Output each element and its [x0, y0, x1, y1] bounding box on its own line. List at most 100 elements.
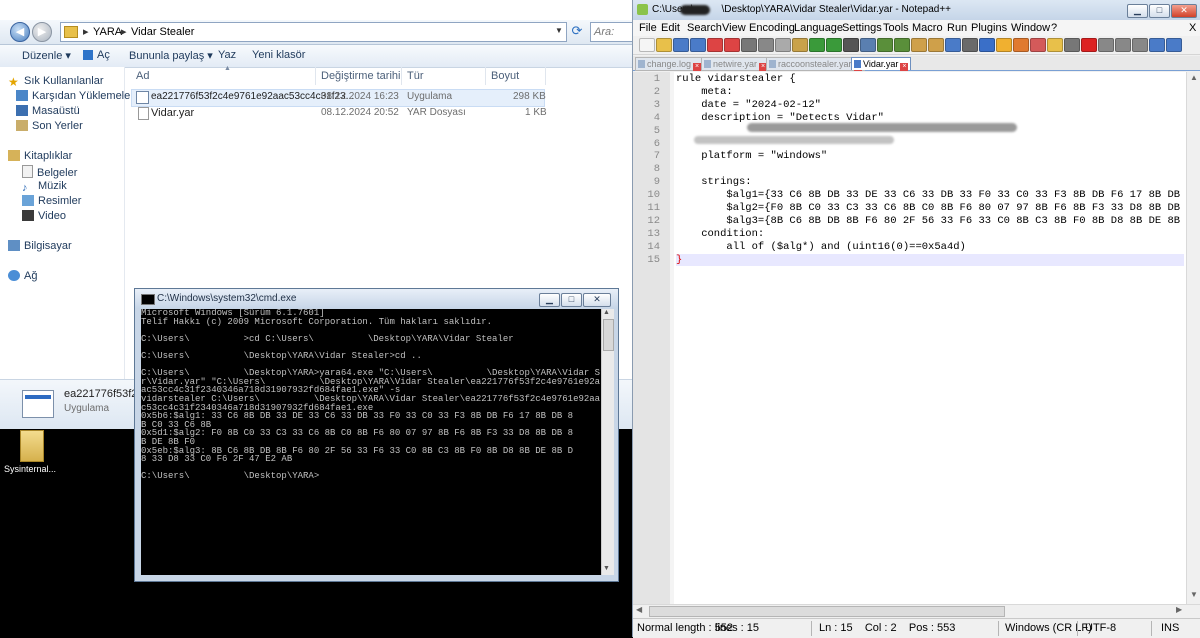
- back-icon[interactable]: ◀: [10, 22, 30, 42]
- nav-libraries[interactable]: Kitaplıklar: [8, 150, 72, 162]
- menu-item[interactable]: Plugins: [971, 22, 1007, 34]
- column-header-date[interactable]: Değiştirme tarihi: [321, 70, 400, 82]
- scroll-down-icon[interactable]: ▼: [603, 565, 610, 572]
- status-eol[interactable]: Windows (CR LF): [1005, 622, 1092, 634]
- share-with-button[interactable]: Bununla paylaş ▾: [129, 49, 213, 62]
- copy-icon[interactable]: [775, 38, 791, 52]
- status-encoding[interactable]: UTF-8: [1085, 622, 1116, 634]
- close-all-icon[interactable]: [724, 38, 740, 52]
- npp-vertical-scrollbar[interactable]: ▲ ▼: [1186, 72, 1200, 604]
- zoom-out-icon[interactable]: [894, 38, 910, 52]
- menu-item[interactable]: Edit: [661, 22, 680, 34]
- stop-macro-icon[interactable]: [1098, 38, 1114, 52]
- column-header-name[interactable]: Ad: [136, 70, 149, 82]
- nav-pictures[interactable]: Resimler: [22, 195, 81, 207]
- cmd-console-output[interactable]: Microsoft Windows [Sürüm 6.1.7601] Telif …: [141, 309, 601, 575]
- minimize-button[interactable]: ▁: [539, 293, 560, 307]
- scroll-thumb[interactable]: [649, 606, 1005, 617]
- refresh-icon[interactable]: ⟳: [568, 22, 586, 40]
- nav-downloads[interactable]: Karşıdan Yüklemeler: [16, 90, 134, 102]
- sync-v-icon[interactable]: [911, 38, 927, 52]
- file-name[interactable]: Vidar.yar: [151, 107, 194, 119]
- menu-item[interactable]: Tools: [883, 22, 909, 34]
- scroll-thumb[interactable]: [603, 319, 614, 351]
- menu-item[interactable]: View: [722, 22, 746, 34]
- npp-titlebar[interactable]: C:\Users\ \Desktop\YARA\Vidar Stealer\Vi…: [633, 0, 1200, 20]
- desktop-icon-label[interactable]: Sysinternal...: [4, 464, 56, 474]
- organize-button[interactable]: Düzenle ▾: [22, 49, 71, 62]
- column-header-type[interactable]: Tür: [407, 70, 424, 82]
- replace-icon[interactable]: [860, 38, 876, 52]
- nav-video[interactable]: Video: [22, 210, 66, 222]
- menu-item[interactable]: File: [639, 22, 657, 34]
- nav-recent[interactable]: Son Yerler: [16, 120, 83, 132]
- indent-guide-icon[interactable]: [979, 38, 995, 52]
- tab-vidar-yar[interactable]: Vidar.yar ×: [851, 57, 912, 71]
- save-macro-icon[interactable]: [1149, 38, 1165, 52]
- npp-maximize-button[interactable]: □: [1149, 4, 1170, 18]
- paste-icon[interactable]: [792, 38, 808, 52]
- menu-item[interactable]: ?: [1051, 22, 1057, 34]
- dropdown-icon[interactable]: ▼: [555, 26, 563, 35]
- menu-item[interactable]: Macro: [912, 22, 943, 34]
- address-input[interactable]: ▸ YARA ▸ Vidar Stealer ▼: [60, 22, 567, 42]
- nav-desktop[interactable]: Masaüstü: [16, 105, 80, 117]
- undo-icon[interactable]: [809, 38, 825, 52]
- npp-horizontal-scrollbar[interactable]: ◀ ▶: [633, 604, 1200, 618]
- nav-documents[interactable]: Belgeler: [22, 165, 77, 179]
- desktop-folder-icon[interactable]: [8, 428, 48, 468]
- menu-item[interactable]: Language: [794, 22, 843, 34]
- tab-netwire-yar[interactable]: netwire.yar ×: [701, 57, 771, 71]
- maximize-button[interactable]: □: [561, 293, 582, 307]
- menu-item[interactable]: Window: [1011, 22, 1050, 34]
- folder-workspace-icon[interactable]: [1047, 38, 1063, 52]
- nav-computer[interactable]: Bilgisayar: [8, 240, 72, 252]
- play-macro-icon[interactable]: [1115, 38, 1131, 52]
- close-document-button[interactable]: X: [1189, 22, 1196, 34]
- menu-item[interactable]: Settings: [842, 22, 882, 34]
- cmd-scrollbar[interactable]: ▲ ▼: [601, 309, 614, 575]
- find-icon[interactable]: [843, 38, 859, 52]
- cmd-titlebar[interactable]: C:\Windows\system32\cmd.exe ▁ □ ✕: [135, 289, 618, 309]
- close-icon[interactable]: [707, 38, 723, 52]
- scroll-down-icon[interactable]: ▼: [1190, 590, 1198, 599]
- save-all-icon[interactable]: [690, 38, 706, 52]
- lang-icon[interactable]: [996, 38, 1012, 52]
- forward-icon[interactable]: ▶: [32, 22, 52, 42]
- open-file-icon[interactable]: [656, 38, 672, 52]
- cut-icon[interactable]: [758, 38, 774, 52]
- open-button[interactable]: Aç: [97, 49, 110, 61]
- tab-close-icon[interactable]: ×: [693, 63, 702, 71]
- scroll-left-icon[interactable]: ◀: [636, 605, 642, 614]
- zoom-in-icon[interactable]: [877, 38, 893, 52]
- scroll-up-icon[interactable]: ▲: [603, 309, 610, 316]
- breadcrumb-yara[interactable]: YARA: [93, 26, 122, 38]
- menu-item[interactable]: Run: [947, 22, 967, 34]
- record-macro-icon[interactable]: [1081, 38, 1097, 52]
- menu-item[interactable]: Search: [687, 22, 722, 34]
- print-icon[interactable]: [741, 38, 757, 52]
- new-file-icon[interactable]: [639, 38, 655, 52]
- menu-item[interactable]: Encoding: [749, 22, 795, 34]
- close-button[interactable]: ✕: [583, 293, 611, 307]
- redo-icon[interactable]: [826, 38, 842, 52]
- npp-close-button[interactable]: ✕: [1171, 4, 1197, 18]
- nav-music[interactable]: ♪ Müzik: [22, 180, 67, 194]
- run-macro-icon[interactable]: [1132, 38, 1148, 52]
- burn-button[interactable]: Yaz: [218, 49, 236, 61]
- save-icon[interactable]: [673, 38, 689, 52]
- npp-minimize-button[interactable]: ▁: [1127, 4, 1148, 18]
- show-all-icon[interactable]: [962, 38, 978, 52]
- tab-raccoonstealer-yar[interactable]: raccoonstealer.yar×: [766, 57, 865, 71]
- monitor-icon[interactable]: [1064, 38, 1080, 52]
- nav-favorites[interactable]: ★ Sık Kullanılanlar: [8, 75, 104, 89]
- column-header-size[interactable]: Boyut: [491, 70, 519, 82]
- spell-icon[interactable]: [1166, 38, 1182, 52]
- word-wrap-icon[interactable]: [945, 38, 961, 52]
- doc-map-icon[interactable]: [1013, 38, 1029, 52]
- breadcrumb-vidar-stealer[interactable]: Vidar Stealer: [131, 26, 194, 38]
- nav-network[interactable]: Ağ: [8, 270, 37, 282]
- code-editor[interactable]: rule vidarstealer { meta: date = "2024-0…: [674, 72, 1186, 604]
- sync-h-icon[interactable]: [928, 38, 944, 52]
- status-insert-mode[interactable]: INS: [1161, 622, 1179, 634]
